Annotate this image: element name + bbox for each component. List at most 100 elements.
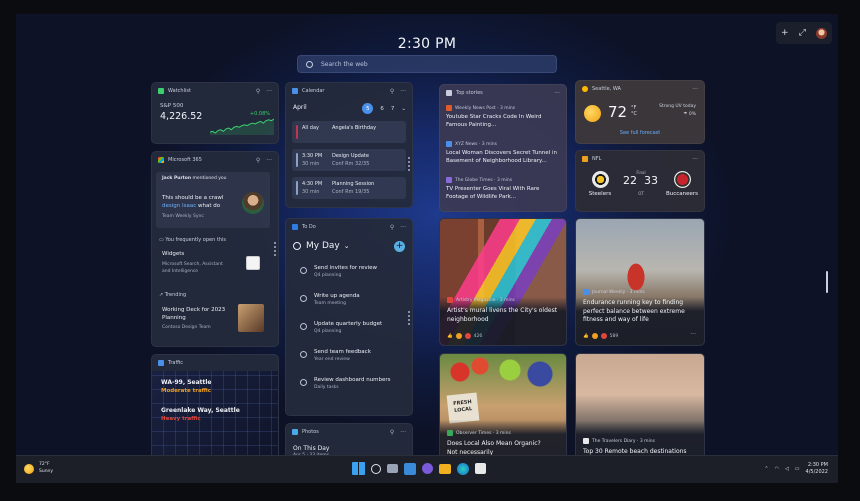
add-task-button[interactable]: + [394, 241, 405, 252]
news-card[interactable]: The Travelers Diary · 3 mins Top 30 Remo… [575, 353, 705, 469]
calendar-day[interactable]: 5 [362, 103, 374, 114]
calendar-event[interactable]: 3:30 PM 30 min Design Update Conf Rm 32/… [292, 149, 406, 171]
calendar-event[interactable]: 4:30 PM 30 min Planning Session Conf Rm … [292, 177, 406, 199]
chat-icon[interactable] [422, 463, 433, 474]
more-icon[interactable]: ··· [266, 88, 272, 95]
m365-widget[interactable]: Microsoft 365 ⚲ ··· Jack Purton mentione… [151, 151, 279, 347]
search-input[interactable]: Search the web [297, 55, 557, 73]
task-checkbox[interactable] [300, 379, 307, 386]
board-scrollbar[interactable] [826, 271, 828, 293]
story-item[interactable]: Weekly News Post · 3 mins Youtube Star C… [446, 105, 560, 139]
pin-icon[interactable]: ⚲ [256, 88, 260, 95]
more-icon[interactable]: ··· [554, 90, 560, 97]
unit-c[interactable]: °C [631, 111, 637, 117]
card-source: Artistry Magazine · 3 mins [447, 297, 515, 303]
trending-file[interactable]: Working Deck for 2023 Planning Contoso D… [156, 302, 270, 342]
event-duration: 30 min [302, 189, 320, 195]
volume-icon[interactable]: ◁ [785, 466, 789, 472]
task-view-icon[interactable] [387, 464, 398, 473]
home-score: 22 [623, 174, 637, 187]
todo-widget[interactable]: To Do ⚲ ··· My Day ⌄ + Send invites for … [285, 218, 413, 416]
mention-after[interactable]: Isaac [182, 203, 196, 209]
sun-icon [584, 105, 601, 122]
pin-icon[interactable]: ⚲ [390, 224, 394, 231]
drag-handle[interactable] [408, 309, 410, 325]
weather-widget[interactable]: Seattle, WA ··· 72 °F °C Strong UV today ☂… [575, 80, 705, 144]
mention-text2: what do [198, 203, 221, 209]
publisher-icon [446, 141, 452, 147]
more-icon[interactable]: ··· [692, 156, 698, 163]
expand-button[interactable]: ⤢ [799, 28, 806, 38]
recent-file[interactable]: Widgets Microsoft Search, Assistant and … [156, 246, 270, 286]
card-reactions[interactable]: 👍 589 [583, 333, 618, 339]
thumb-icon: 👍 [447, 333, 453, 339]
drag-handle[interactable] [408, 155, 410, 171]
nfl-widget[interactable]: NFL ··· Steelers Final 22 33 OT Buccanee… [575, 150, 705, 212]
pin-icon[interactable]: ⚲ [390, 88, 394, 95]
task-title: Send team feedback [314, 349, 371, 355]
pin-icon[interactable]: ⚲ [256, 157, 260, 164]
publisher-icon [446, 177, 452, 183]
forecast-link[interactable]: See full forecast [576, 130, 704, 136]
more-icon[interactable]: ··· [692, 86, 698, 93]
news-card[interactable]: Journal Weekly · 3 mins Endurance runnin… [575, 218, 705, 346]
top-stories-widget[interactable]: Top stories ··· Weekly News Post · 3 min… [439, 84, 567, 212]
task-checkbox[interactable] [300, 323, 307, 330]
taskbar-temp: 72°F [39, 462, 50, 467]
edge-icon[interactable] [457, 462, 469, 475]
task-checkbox[interactable] [300, 295, 307, 302]
event-color-bar [296, 125, 298, 139]
watchlist-widget[interactable]: Watchlist ⚲ ··· S&P 500 4,226.52 +0.08% [151, 82, 279, 144]
weather-condition-text: Strong UV today [659, 104, 696, 109]
calendar-day[interactable]: 7 [391, 106, 395, 112]
more-icon[interactable]: ··· [400, 88, 406, 95]
start-icon[interactable] [352, 462, 365, 475]
more-icon[interactable]: ··· [400, 429, 406, 436]
file-explorer-icon[interactable] [439, 463, 451, 474]
trending-title: Working Deck for 2023 [162, 307, 226, 313]
stock-value: 4,226.52 [160, 111, 203, 122]
todo-list-selector[interactable]: My Day ⌄ [293, 241, 350, 251]
story-source: XYZ News · 3 mins [446, 141, 497, 147]
story-item[interactable]: The Globe Times · 3 mins TV Presenter Go… [446, 177, 560, 211]
away-team[interactable]: Buccaneers [662, 171, 702, 197]
reaction-count: 426 [473, 333, 483, 339]
mention-source: Team Weekly Sync [162, 214, 204, 219]
taskbar-weather[interactable]: 72°F Sunny [24, 462, 53, 475]
publisher-icon [583, 438, 589, 444]
more-icon[interactable]: ··· [266, 157, 272, 164]
avatar[interactable] [815, 27, 827, 39]
mention-card[interactable]: Jack Purton mentioned you This should be… [156, 172, 270, 228]
widgets-icon[interactable] [404, 462, 416, 475]
weather-unit[interactable]: °F °C [631, 105, 637, 117]
pin-icon[interactable]: ⚲ [390, 429, 394, 436]
search-icon[interactable] [371, 463, 381, 474]
task-checkbox[interactable] [300, 267, 307, 274]
store-icon[interactable] [475, 463, 486, 474]
recent-label: ▭ You frequently open this [159, 237, 226, 243]
card-reactions[interactable]: 👍 426 [447, 333, 482, 339]
traffic-road: Greenlake Way, Seattle [161, 407, 240, 414]
battery-icon[interactable]: ▭ [795, 466, 800, 472]
drag-handle[interactable] [274, 240, 276, 256]
more-icon[interactable]: ··· [400, 224, 406, 231]
news-card[interactable]: Artistry Magazine · 3 mins Artist's mura… [439, 218, 567, 346]
calendar-day[interactable]: 6 [380, 106, 384, 112]
card-source-text: The Travelers Diary · 3 mins [592, 438, 655, 444]
more-icon[interactable]: ··· [690, 331, 696, 338]
recent-desc-line2: and Intelligence [162, 269, 199, 274]
chevron-down-icon[interactable]: ⌄ [401, 106, 406, 112]
story-item[interactable]: XYZ News · 3 mins Local Woman Discovers … [446, 141, 560, 175]
taskbar-clock[interactable]: 2:30 PM 4/5/2022 [806, 462, 828, 476]
calendar-widget[interactable]: Calendar ⚲ ··· April 5 6 7 ⌄ All day Ang… [285, 82, 413, 208]
wifi-icon[interactable]: ◠ [775, 466, 779, 472]
add-widget-button[interactable]: + [781, 28, 789, 38]
chevron-up-icon[interactable]: ⌃ [764, 466, 768, 472]
news-card[interactable]: FRESH LOCAL Observer Times · 3 mins Does… [439, 353, 567, 469]
game-overtime: OT [638, 191, 644, 196]
task-checkbox[interactable] [300, 351, 307, 358]
calendar-event[interactable]: All day Angela's Birthday [292, 121, 406, 143]
mention-link[interactable]: design [162, 203, 180, 209]
weather-temp: 72 [608, 103, 628, 121]
home-team[interactable]: Steelers [580, 171, 620, 197]
